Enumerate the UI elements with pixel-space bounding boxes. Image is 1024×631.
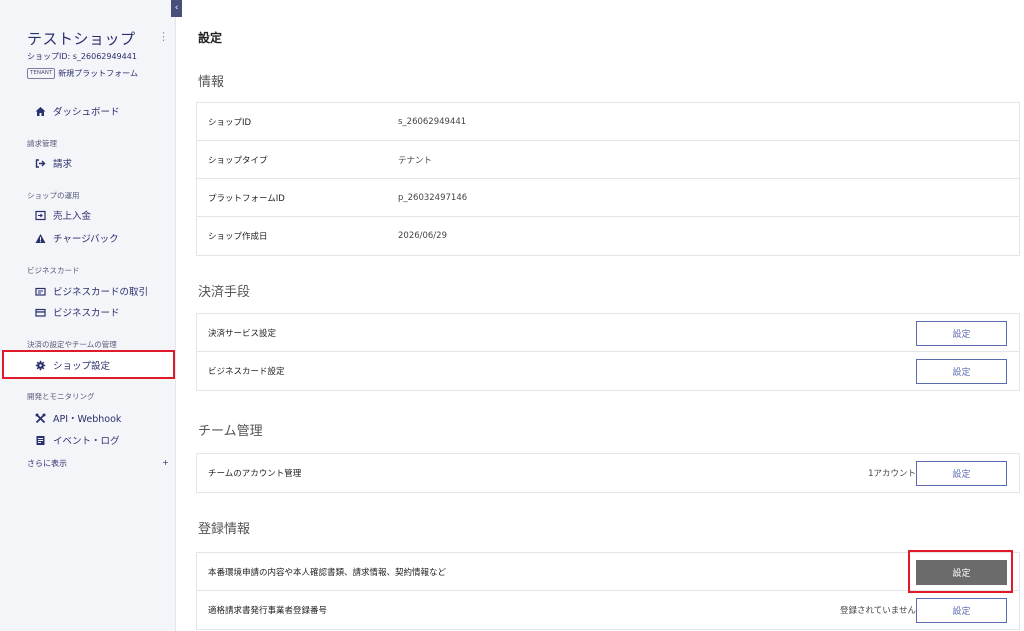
registration-status: 登録されていません (840, 606, 916, 616)
shop-menu-icon[interactable]: ⋮ (158, 30, 169, 43)
page-title: 設定 (198, 31, 223, 45)
show-more-label: さらに表示 (27, 459, 67, 468)
section-title-team: チーム管理 (198, 424, 263, 439)
row-label: ショップタイプ (208, 155, 268, 166)
sidebar-item-label: ショップ設定 (53, 361, 111, 372)
sidebar-item-label: チャージバック (53, 234, 119, 245)
sidebar-item-label: ビジネスカードの取引 (53, 287, 149, 298)
registration-card: 本番環境申請の内容や本人確認書類、請求情報、契約情報など 設定 適格請求書発行事… (196, 550, 1020, 630)
gear-icon (35, 360, 46, 371)
row-value: 2026/06/29 (398, 231, 447, 241)
row-label: 適格請求書発行事業者登録番号 (208, 606, 328, 616)
nav-section-bizcard: ビジネスカード (27, 266, 80, 275)
sidebar-item-api-webhook[interactable]: API・Webhook (35, 410, 121, 426)
sidebar-item-billing[interactable]: 請求 (35, 155, 72, 171)
registration-row-production: 本番環境申請の内容や本人確認書類、請求情報、契約情報など 設定 (197, 550, 1019, 593)
sidebar-item-label: ダッシュボード (53, 107, 120, 118)
payment-card: 決済サービス設定 設定 ビジネスカード設定 設定 (196, 313, 1020, 391)
sidebar: テストショップ ⋮ ショップID: s_26062949441 TENANT 新… (0, 0, 176, 631)
sidebar-item-chargeback[interactable]: チャージバック (35, 230, 119, 246)
tools-icon (35, 413, 46, 424)
row-label: ショップID (208, 117, 252, 128)
tenant-row: TENANT 新規プラットフォーム (27, 68, 138, 79)
shop-name[interactable]: テストショップ (27, 28, 136, 49)
show-more-toggle[interactable]: さらに表示 + (27, 458, 169, 469)
sidebar-item-dashboard[interactable]: ダッシュボード (35, 103, 120, 119)
nav-section-operations: ショップの運用 (27, 191, 80, 200)
plus-icon: + (162, 458, 169, 467)
sidebar-item-label: 請求 (53, 159, 73, 170)
sidebar-item-label: イベント・ログ (53, 436, 120, 447)
credit-card-icon (35, 307, 46, 318)
card-transaction-icon (35, 286, 46, 297)
shop-id: ショップID: s_26062949441 (27, 52, 137, 61)
warning-icon (35, 233, 46, 244)
team-card: チームのアカウント管理 1アカウント 設定 (196, 453, 1020, 493)
row-label: ビジネスカード設定 (208, 367, 285, 377)
section-title-registration: 登録情報 (198, 522, 251, 537)
deposit-icon (35, 210, 46, 221)
row-label: 本番環境申請の内容や本人確認書類、請求情報、契約情報など (208, 567, 447, 578)
sidebar-item-sales[interactable]: 売上入金 (35, 207, 91, 223)
row-value: s_26062949441 (398, 116, 467, 127)
registration-row-invoice-number: 適格請求書発行事業者登録番号 登録されていません 設定 (197, 591, 1019, 629)
nav-section-dev: 開発とモニタリング (27, 392, 95, 401)
button-highlight-box (908, 550, 1013, 593)
sidebar-item-label: 売上入金 (53, 211, 92, 222)
section-title-info: 情報 (198, 75, 225, 90)
nav-section-billing: 請求管理 (27, 139, 57, 148)
sidebar-item-bizcard-transactions[interactable]: ビジネスカードの取引 (35, 283, 148, 299)
invoice-number-settings-button[interactable]: 設定 (916, 598, 1007, 623)
row-label: 決済サービス設定 (208, 328, 277, 339)
home-icon (35, 106, 46, 117)
main-content: 設定 情報 ショップID s_26062949441 ショップタイプ テナント … (176, 0, 1024, 631)
tenant-text: 新規プラットフォーム (58, 69, 138, 78)
row-label: プラットフォームID (208, 193, 285, 204)
info-card: ショップID s_26062949441 ショップタイプ テナント プラットフォ… (196, 102, 1020, 256)
bizcard-settings-button[interactable]: 設定 (916, 359, 1007, 384)
info-row-created-date: ショップ作成日 2026/06/29 (197, 217, 1019, 255)
nav-section-settings: 決済の設定やチームの管理 (27, 340, 117, 349)
log-icon (35, 435, 46, 446)
sidebar-item-label: ビジネスカード (53, 308, 120, 319)
sidebar-item-bizcard[interactable]: ビジネスカード (35, 304, 120, 320)
tenant-badge: TENANT (27, 68, 56, 79)
row-label: チームのアカウント管理 (208, 469, 302, 479)
row-value: p_26032497146 (398, 192, 468, 203)
row-value: テナント (398, 155, 433, 166)
sidebar-item-label: API・Webhook (53, 414, 122, 425)
info-row-shop-id: ショップID s_26062949441 (197, 103, 1019, 141)
section-title-payment: 決済手段 (198, 285, 251, 300)
info-row-platform-id: プラットフォームID p_26032497146 (197, 179, 1019, 217)
sidebar-item-event-log[interactable]: イベント・ログ (35, 432, 120, 448)
team-settings-button[interactable]: 設定 (916, 461, 1007, 486)
row-label: ショップ作成日 (208, 232, 268, 242)
sidebar-item-shop-settings[interactable]: ショップ設定 (35, 357, 110, 373)
account-count: 1アカウント (868, 469, 916, 479)
payment-service-settings-button[interactable]: 設定 (916, 321, 1007, 346)
payment-row-bizcard: ビジネスカード設定 設定 (197, 352, 1019, 390)
info-row-shop-type: ショップタイプ テナント (197, 141, 1019, 179)
payment-row-service: 決済サービス設定 設定 (197, 314, 1019, 352)
team-row-accounts: チームのアカウント管理 1アカウント 設定 (197, 454, 1019, 492)
sign-out-icon (35, 158, 46, 169)
